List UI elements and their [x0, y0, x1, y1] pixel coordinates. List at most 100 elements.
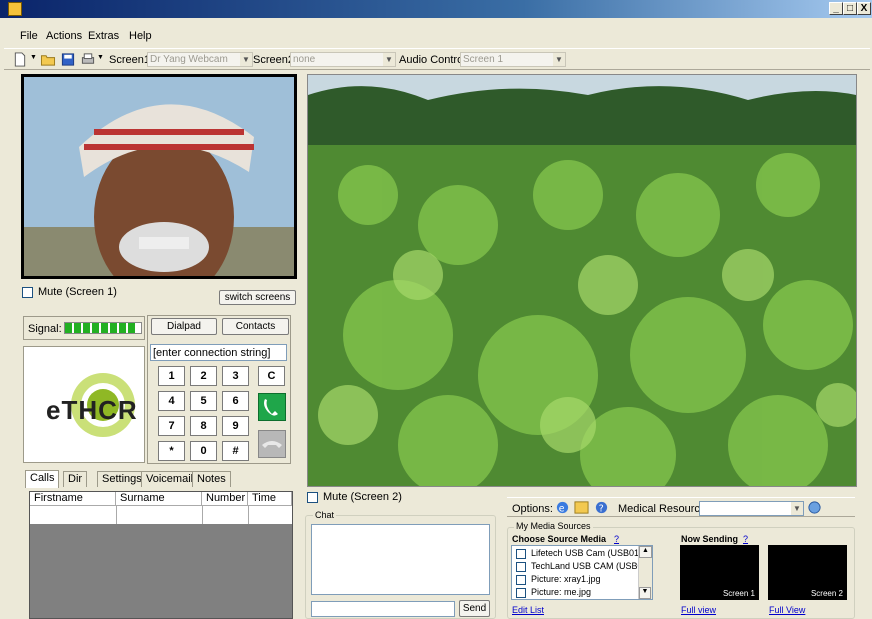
key-9[interactable]: 9 [222, 416, 249, 436]
menu-help[interactable]: Help [129, 30, 152, 42]
sending-screen1-preview[interactable]: Screen 1 [680, 545, 759, 600]
source-media-list[interactable]: Lifetech USB Cam (USB01) TechLand USB CA… [511, 545, 653, 600]
menu-bar: File Actions Extras Help [0, 28, 872, 44]
column-surname[interactable]: Surname [116, 492, 202, 506]
switch-screens-button[interactable]: switch screens [219, 290, 296, 305]
browser-icon[interactable]: e [555, 500, 570, 515]
chevron-down-icon: ▼ [791, 502, 803, 515]
mute-screen1-label: Mute (Screen 1) [38, 286, 117, 298]
full-view-screen2-link[interactable]: Full View [769, 605, 805, 615]
key-0[interactable]: 0 [190, 441, 217, 461]
maximize-button[interactable]: □ [843, 2, 857, 15]
list-scrollbar[interactable]: ▲ ▼ [638, 546, 652, 599]
minimize-button[interactable]: _ [829, 2, 843, 15]
key-3[interactable]: 3 [222, 366, 249, 386]
now-sending-title: Now Sending [681, 534, 738, 544]
chevron-down-icon: ▼ [383, 53, 395, 66]
source-checkbox[interactable] [516, 588, 526, 598]
key-5[interactable]: 5 [190, 391, 217, 411]
screen1-video[interactable] [21, 74, 297, 279]
key-clear[interactable]: C [258, 366, 285, 386]
options-label: Options: [512, 503, 553, 515]
toolbar: ▼ ▼ Screen1 Dr Yang Webcam ▼ Screen2 none… [4, 48, 870, 70]
new-dropdown-icon[interactable]: ▼ [30, 54, 37, 61]
column-firstname[interactable]: Firstname [30, 492, 116, 506]
screen1-preview-label: Screen 1 [722, 589, 755, 598]
send-button[interactable]: Send [459, 600, 490, 617]
key-4[interactable]: 4 [158, 391, 185, 411]
key-7[interactable]: 7 [158, 416, 185, 436]
title-bar [0, 0, 872, 18]
save-icon[interactable] [60, 52, 76, 67]
sending-screen2-preview[interactable]: Screen 2 [768, 545, 847, 600]
menu-actions[interactable]: Actions [46, 30, 82, 42]
screen2-label: Screen2 [253, 54, 294, 66]
source-checkbox[interactable] [516, 562, 526, 572]
column-number[interactable]: Number [202, 492, 248, 506]
chat-message-input[interactable] [311, 601, 455, 617]
signal-label: Signal: [28, 323, 62, 335]
source-checkbox[interactable] [516, 575, 526, 585]
chevron-down-icon: ▼ [240, 53, 252, 66]
audio-control-label: Audio Control [399, 54, 466, 66]
audio-control-select[interactable]: Screen 1 ▼ [460, 52, 566, 67]
print-dropdown-icon[interactable]: ▼ [97, 54, 104, 61]
key-1[interactable]: 1 [158, 366, 185, 386]
connection-string-input[interactable]: [enter connection string] [150, 344, 287, 361]
chevron-down-icon: ▼ [553, 53, 565, 66]
dialpad-tab-button[interactable]: Dialpad [151, 318, 217, 335]
full-view-screen1-link[interactable]: Full view [681, 605, 716, 615]
tab-voicemail[interactable]: Voicemail [141, 471, 199, 487]
tab-settings[interactable]: Settings [97, 471, 147, 487]
key-star[interactable]: * [158, 441, 185, 461]
choose-source-help-link[interactable]: ? [614, 534, 619, 544]
app-icon[interactable] [8, 2, 22, 16]
ethcr-logo-text: eTHCR [46, 395, 138, 425]
hangup-icon [262, 441, 282, 448]
medical-resources-select[interactable]: ▼ [699, 501, 804, 516]
tab-calls[interactable]: Calls [25, 470, 60, 488]
screen2-preview-label: Screen 2 [810, 589, 843, 598]
scroll-down-icon[interactable]: ▼ [639, 587, 651, 599]
screen2-video[interactable] [307, 74, 857, 487]
key-6[interactable]: 6 [222, 391, 249, 411]
menu-extras[interactable]: Extras [88, 30, 119, 42]
screen1-select[interactable]: Dr Yang Webcam ▼ [147, 52, 253, 67]
menu-file[interactable]: File [20, 30, 38, 42]
folder-icon[interactable] [574, 500, 589, 515]
call-button[interactable] [258, 393, 286, 421]
key-2[interactable]: 2 [190, 366, 217, 386]
cotton-field-image [308, 75, 856, 486]
key-hash[interactable]: # [222, 441, 249, 461]
signal-meter [64, 322, 142, 334]
options-bar: Options: e ? Medical Resources: ▼ [507, 497, 855, 517]
table-row[interactable] [30, 506, 292, 524]
key-8[interactable]: 8 [190, 416, 217, 436]
tab-notes[interactable]: Notes [192, 471, 231, 487]
screen1-label: Screen1 [109, 54, 150, 66]
logo-panel: eTHCR [23, 346, 145, 463]
tab-dir[interactable]: Dir [63, 471, 88, 487]
print-icon[interactable] [80, 52, 96, 67]
new-icon[interactable] [12, 52, 28, 67]
now-sending-help-link[interactable]: ? [743, 534, 748, 544]
close-button[interactable]: X [857, 2, 871, 15]
open-icon[interactable] [40, 52, 56, 67]
contacts-tab-button[interactable]: Contacts [222, 318, 289, 335]
scroll-up-icon[interactable]: ▲ [639, 546, 652, 558]
screen2-select[interactable]: none ▼ [290, 52, 396, 67]
svg-text:?: ? [599, 503, 604, 514]
source-checkbox[interactable] [516, 549, 526, 559]
mute-screen1-checkbox[interactable] [22, 287, 33, 298]
go-icon[interactable] [807, 500, 822, 515]
svg-text:e: e [559, 503, 565, 514]
edit-list-link[interactable]: Edit List [512, 605, 544, 615]
phone-icon [264, 399, 278, 416]
signal-meter-fill [65, 323, 137, 333]
hangup-button[interactable] [258, 430, 286, 458]
mute-screen2-checkbox[interactable] [307, 492, 318, 503]
signal-panel: Signal: [23, 316, 145, 340]
column-time[interactable]: Time [248, 492, 292, 506]
help-icon[interactable]: ? [594, 500, 609, 515]
chat-history[interactable] [311, 524, 490, 595]
